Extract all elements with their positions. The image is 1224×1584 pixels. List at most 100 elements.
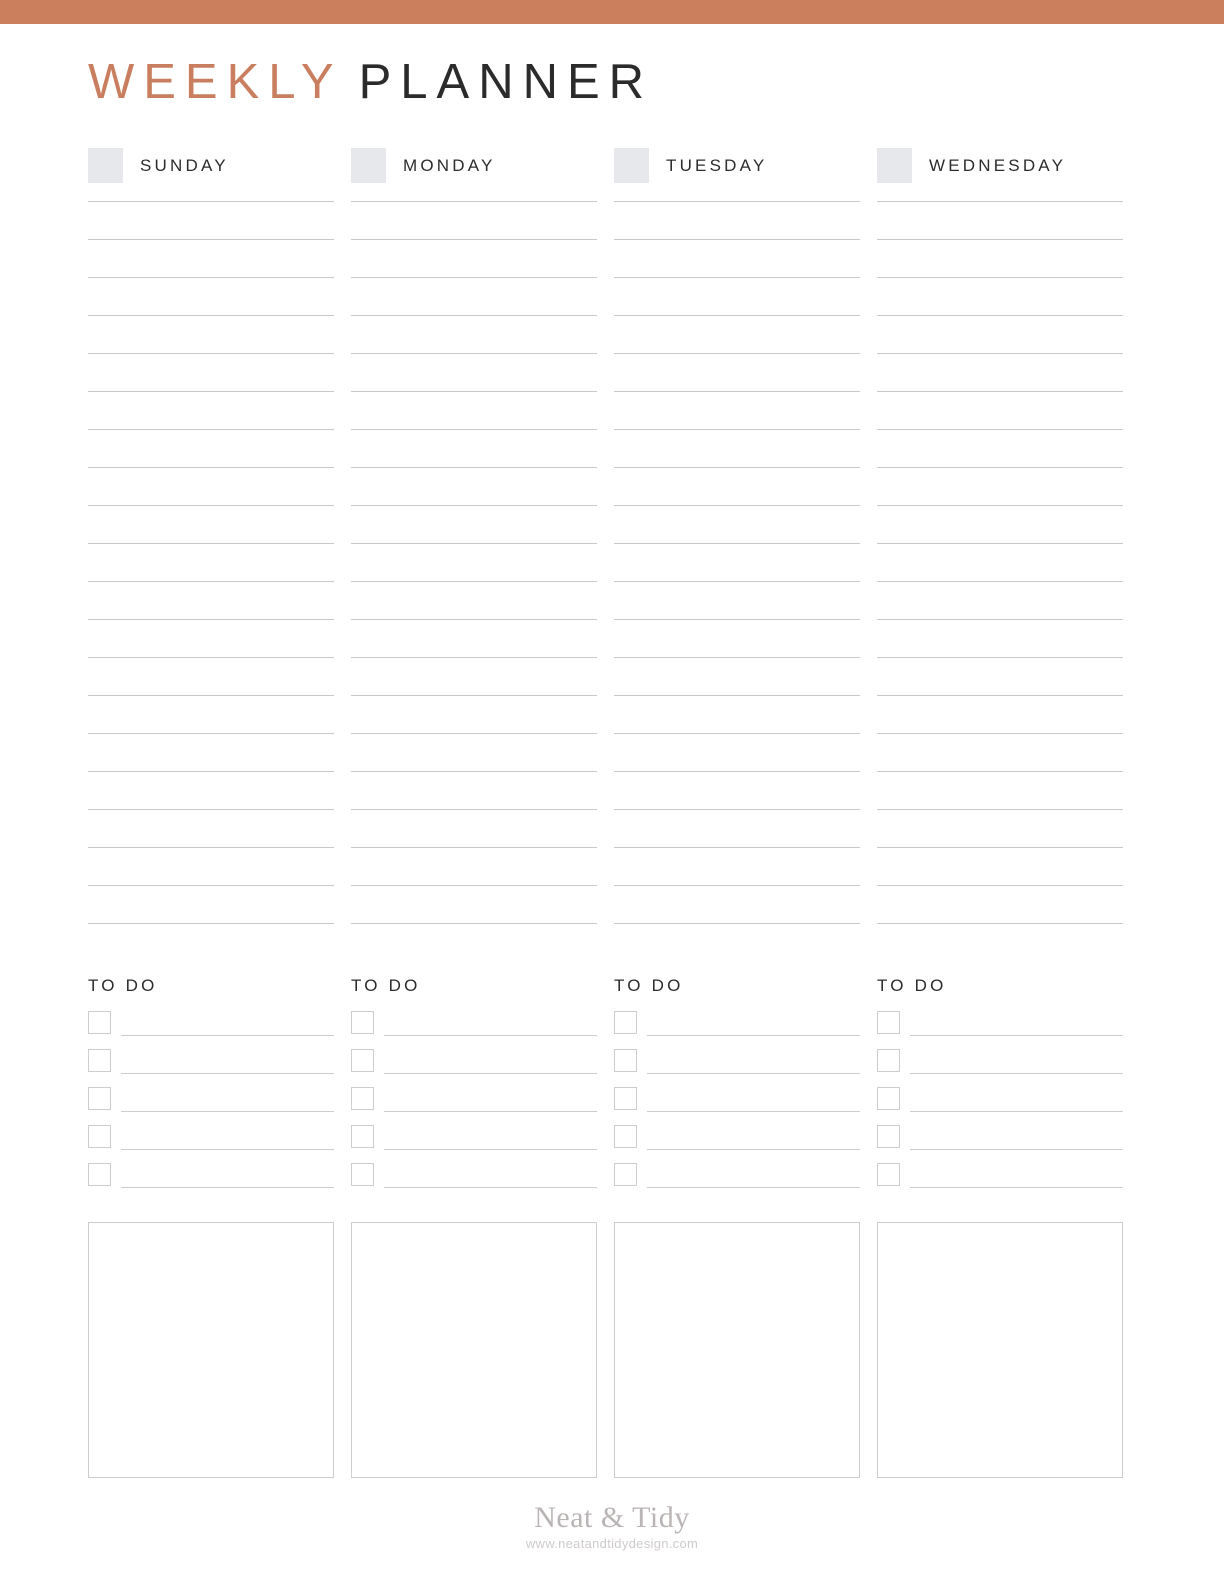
writing-line[interactable] <box>351 885 597 886</box>
writing-line[interactable] <box>877 847 1123 848</box>
todo-text-line[interactable] <box>121 1049 334 1074</box>
todo-text-line[interactable] <box>121 1087 334 1112</box>
writing-line[interactable] <box>614 809 860 810</box>
writing-line[interactable] <box>88 429 334 430</box>
writing-line[interactable] <box>614 581 860 582</box>
writing-line[interactable] <box>88 315 334 316</box>
writing-line[interactable] <box>88 239 334 240</box>
writing-line[interactable] <box>351 847 597 848</box>
writing-line[interactable] <box>351 353 597 354</box>
todo-checkbox[interactable] <box>877 1087 900 1110</box>
notes-box-wednesday[interactable] <box>877 1222 1123 1478</box>
writing-line[interactable] <box>351 201 597 202</box>
writing-line[interactable] <box>614 657 860 658</box>
todo-checkbox[interactable] <box>88 1163 111 1186</box>
todo-checkbox[interactable] <box>351 1049 374 1072</box>
todo-text-line[interactable] <box>647 1125 860 1150</box>
todo-text-line[interactable] <box>384 1163 597 1188</box>
writing-line[interactable] <box>351 467 597 468</box>
todo-checkbox[interactable] <box>614 1049 637 1072</box>
writing-line[interactable] <box>614 847 860 848</box>
writing-line[interactable] <box>877 771 1123 772</box>
writing-line[interactable] <box>877 201 1123 202</box>
todo-checkbox[interactable] <box>351 1087 374 1110</box>
writing-line[interactable] <box>614 885 860 886</box>
todo-checkbox[interactable] <box>351 1163 374 1186</box>
todo-text-line[interactable] <box>121 1125 334 1150</box>
writing-line[interactable] <box>614 543 860 544</box>
writing-line[interactable] <box>88 581 334 582</box>
writing-line[interactable] <box>88 391 334 392</box>
writing-line[interactable] <box>351 809 597 810</box>
writing-line[interactable] <box>614 391 860 392</box>
writing-line[interactable] <box>877 277 1123 278</box>
writing-lines-wednesday[interactable] <box>877 201 1123 961</box>
todo-checkbox[interactable] <box>88 1087 111 1110</box>
todo-checkbox[interactable] <box>877 1163 900 1186</box>
writing-line[interactable] <box>614 315 860 316</box>
todo-text-line[interactable] <box>384 1049 597 1074</box>
todo-text-line[interactable] <box>384 1087 597 1112</box>
writing-line[interactable] <box>614 277 860 278</box>
todo-text-line[interactable] <box>384 1011 597 1036</box>
writing-line[interactable] <box>88 657 334 658</box>
writing-line[interactable] <box>351 771 597 772</box>
todo-text-line[interactable] <box>910 1049 1123 1074</box>
todo-text-line[interactable] <box>647 1163 860 1188</box>
writing-line[interactable] <box>88 885 334 886</box>
writing-line[interactable] <box>614 429 860 430</box>
day-date-swatch[interactable] <box>614 148 649 183</box>
todo-checkbox[interactable] <box>88 1049 111 1072</box>
day-date-swatch[interactable] <box>88 148 123 183</box>
todo-checkbox[interactable] <box>877 1049 900 1072</box>
writing-line[interactable] <box>877 885 1123 886</box>
writing-line[interactable] <box>351 391 597 392</box>
notes-box-sunday[interactable] <box>88 1222 334 1478</box>
writing-line[interactable] <box>88 619 334 620</box>
todo-checkbox[interactable] <box>614 1163 637 1186</box>
writing-line[interactable] <box>614 695 860 696</box>
writing-line[interactable] <box>351 733 597 734</box>
todo-checkbox[interactable] <box>88 1011 111 1034</box>
writing-line[interactable] <box>351 923 597 924</box>
writing-line[interactable] <box>351 315 597 316</box>
writing-line[interactable] <box>877 543 1123 544</box>
todo-text-line[interactable] <box>647 1087 860 1112</box>
writing-line[interactable] <box>614 353 860 354</box>
writing-lines-monday[interactable] <box>351 201 597 961</box>
todo-text-line[interactable] <box>647 1011 860 1036</box>
todo-text-line[interactable] <box>910 1087 1123 1112</box>
writing-line[interactable] <box>877 923 1123 924</box>
writing-line[interactable] <box>351 239 597 240</box>
writing-line[interactable] <box>88 353 334 354</box>
writing-line[interactable] <box>877 809 1123 810</box>
todo-checkbox[interactable] <box>614 1011 637 1034</box>
writing-line[interactable] <box>351 277 597 278</box>
todo-text-line[interactable] <box>910 1125 1123 1150</box>
writing-line[interactable] <box>877 429 1123 430</box>
writing-line[interactable] <box>614 733 860 734</box>
todo-checkbox[interactable] <box>351 1125 374 1148</box>
todo-text-line[interactable] <box>384 1125 597 1150</box>
writing-line[interactable] <box>877 657 1123 658</box>
writing-line[interactable] <box>351 505 597 506</box>
writing-line[interactable] <box>88 277 334 278</box>
writing-line[interactable] <box>88 201 334 202</box>
todo-text-line[interactable] <box>910 1163 1123 1188</box>
writing-line[interactable] <box>88 771 334 772</box>
writing-lines-tuesday[interactable] <box>614 201 860 961</box>
writing-line[interactable] <box>877 505 1123 506</box>
writing-line[interactable] <box>88 505 334 506</box>
writing-line[interactable] <box>88 543 334 544</box>
todo-checkbox[interactable] <box>877 1125 900 1148</box>
writing-line[interactable] <box>877 239 1123 240</box>
writing-line[interactable] <box>614 505 860 506</box>
writing-line[interactable] <box>614 771 860 772</box>
todo-text-line[interactable] <box>121 1011 334 1036</box>
writing-line[interactable] <box>88 695 334 696</box>
day-date-swatch[interactable] <box>877 148 912 183</box>
writing-line[interactable] <box>877 391 1123 392</box>
writing-line[interactable] <box>614 923 860 924</box>
writing-line[interactable] <box>614 201 860 202</box>
writing-line[interactable] <box>614 619 860 620</box>
